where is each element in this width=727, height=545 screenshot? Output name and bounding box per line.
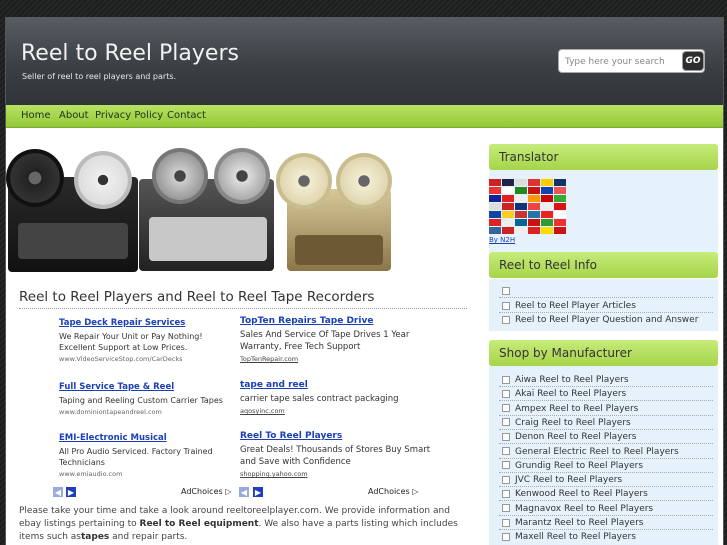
reel-image	[276, 153, 332, 209]
search-go-button[interactable]: GO	[682, 51, 704, 71]
ad-description: Great Deals! Thousands of Stores Buy Sma…	[240, 445, 431, 467]
divider	[499, 297, 713, 298]
reel-image	[6, 149, 64, 207]
ad-unit: Reel To Reel Players Great Deals! Thousa…	[240, 431, 440, 478]
ad-unit: Full Service Tape & Reel Taping and Reel…	[59, 382, 234, 416]
reel-image	[336, 153, 392, 209]
ad-url[interactable]: www.emiaudio.com	[59, 470, 234, 478]
page-wrapper: Reel to Reel Players Seller of reel to r…	[5, 17, 724, 545]
translator-flags[interactable]	[489, 179, 566, 235]
tape-deck-banner	[6, 145, 476, 275]
intro-bold-text: tapes	[81, 532, 110, 542]
adchoices-icon: ▷	[225, 487, 232, 496]
ad-title-link[interactable]: EMI-Electronic Musical	[59, 433, 234, 443]
ad-url[interactable]: www.dominiontapeandreel.com	[59, 408, 234, 416]
ad-unit: tape and reel carrier tape sales contrac…	[240, 380, 440, 415]
search-input[interactable]	[563, 53, 679, 70]
nav-privacy-policy[interactable]: Privacy Policy	[95, 110, 163, 121]
intro-bold-text: Reel to Reel equipment	[139, 519, 259, 529]
divider	[499, 471, 713, 473]
intro-text: and repair parts.	[109, 532, 188, 542]
divider	[499, 400, 713, 402]
ad-url[interactable]: www.VideoServiceStop.com/CarDecks	[59, 355, 234, 363]
info-link-qa[interactable]: Reel to Reel Player Question and Answer	[502, 315, 698, 325]
divider	[499, 414, 713, 416]
ad-url[interactable]: TopTenRepair.com	[240, 355, 440, 363]
divider	[499, 514, 713, 516]
nav-home[interactable]: Home	[21, 110, 51, 121]
ad-title-link[interactable]: Tape Deck Repair Services	[59, 318, 234, 328]
manufacturer-link[interactable]: Magnavox Reel to Reel Players	[502, 504, 653, 514]
manufacturer-link[interactable]: Marantz Reel to Reel Players	[502, 518, 643, 528]
ad-unit: TopTen Repairs Tape Drive Sales And Serv…	[240, 316, 440, 363]
info-heading: Reel to Reel Info	[489, 252, 718, 278]
manufacturer-link[interactable]: Akai Reel to Reel Players	[502, 389, 626, 399]
manufacturer-link[interactable]: Denon Reel to Reel Players	[502, 432, 636, 442]
manufacturer-link[interactable]: Maxell Reel to Reel Players	[502, 532, 636, 542]
ad-next-arrow-icon[interactable]: ▶	[66, 487, 76, 497]
ad-title-link[interactable]: TopTen Repairs Tape Drive	[240, 316, 440, 326]
deck-controls	[18, 223, 128, 259]
deck-controls	[149, 217, 267, 261]
divider	[499, 529, 713, 530]
nav-contact[interactable]: Contact	[167, 110, 206, 121]
shop-heading: Shop by Manufacturer	[489, 340, 718, 366]
ad-url[interactable]: shopping.yahoo.com	[240, 470, 440, 478]
ad-prev-arrow-icon[interactable]: ◀	[239, 487, 249, 497]
search-box: GO	[558, 49, 705, 73]
adchoices-text: AdChoices	[181, 487, 223, 496]
manufacturer-link[interactable]: Grundig Reel to Reel Players	[502, 461, 643, 471]
ad-url[interactable]: aqosyinc.com	[240, 407, 440, 415]
manufacturer-link[interactable]: General Electric Reel to Reel Players	[502, 447, 679, 457]
ad-description: Taping and Reeling Custom Carrier Tapes	[59, 396, 223, 405]
translator-credit-link[interactable]: By N2H	[489, 236, 515, 244]
manufacturer-link[interactable]: JVC Reel to Reel Players	[502, 475, 622, 485]
adchoices-label[interactable]: AdChoices ▷	[181, 487, 231, 496]
divider	[499, 500, 713, 502]
ad-description: All Pro Audio Serviced. Factory Trained …	[59, 447, 213, 467]
info-link-articles[interactable]: Reel to Reel Player Articles	[502, 301, 636, 311]
nav-about[interactable]: About	[59, 110, 89, 121]
manufacturer-link[interactable]: Craig Reel to Reel Players	[502, 418, 631, 428]
ad-title-link[interactable]: tape and reel	[240, 380, 440, 390]
divider	[499, 457, 713, 459]
site-tagline: Seller of reel to reel players and parts…	[22, 72, 177, 81]
translator-heading: Translator	[489, 144, 718, 170]
reel-image	[152, 148, 208, 204]
adchoices-label[interactable]: AdChoices ▷	[368, 487, 418, 496]
adchoices-icon: ▷	[412, 487, 419, 496]
divider	[499, 386, 713, 387]
manufacturer-link[interactable]: Aiwa Reel to Reel Players	[502, 375, 629, 385]
ad-unit: Tape Deck Repair Services We Repair Your…	[59, 318, 234, 363]
reel-image	[214, 148, 270, 204]
divider	[499, 312, 713, 313]
ad-description: Sales And Service Of Tape Drives 1 Year …	[240, 330, 410, 352]
main-nav: Home About Privacy Policy Contact	[6, 105, 723, 128]
intro-paragraph: Please take your time and take a look ar…	[19, 505, 467, 544]
main-heading: Reel to Reel Players and Reel to Reel Ta…	[19, 289, 467, 309]
ad-title-link[interactable]: Full Service Tape & Reel	[59, 382, 234, 392]
deck-controls	[295, 235, 383, 265]
info-empty-item[interactable]	[502, 286, 515, 296]
ad-unit: EMI-Electronic Musical All Pro Audio Ser…	[59, 433, 234, 478]
adchoices-text: AdChoices	[368, 487, 410, 496]
site-header: Reel to Reel Players Seller of reel to r…	[6, 17, 723, 106]
ad-prev-arrow-icon[interactable]: ◀	[53, 487, 63, 497]
manufacturer-link[interactable]: Kenwood Reel to Reel Players	[502, 489, 648, 499]
ad-description: We Repair Your Unit or Pay Nothing! Exce…	[59, 332, 203, 352]
divider	[499, 428, 713, 430]
divider	[499, 486, 713, 488]
divider	[499, 443, 713, 445]
ad-next-arrow-icon[interactable]: ▶	[253, 487, 263, 497]
reel-image	[74, 151, 132, 209]
ad-description: carrier tape sales contract packaging	[240, 394, 399, 404]
site-title[interactable]: Reel to Reel Players	[21, 41, 239, 66]
manufacturer-link[interactable]: Ampex Reel to Reel Players	[502, 404, 638, 414]
ad-title-link[interactable]: Reel To Reel Players	[240, 431, 440, 441]
